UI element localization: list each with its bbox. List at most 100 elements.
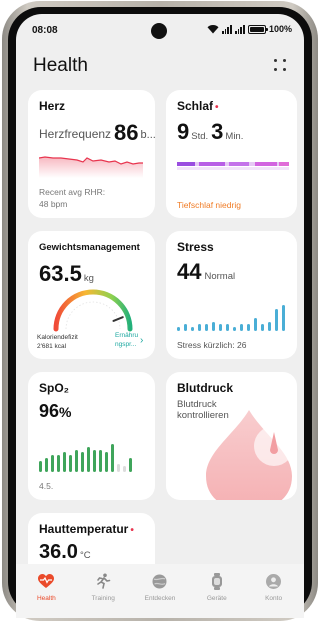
weight-unit: kg [83,273,94,284]
nav-item-health[interactable]: Health [19,564,73,618]
heart-rate-label: Herzfrequenz [39,127,112,141]
bar [261,324,264,331]
planet-icon [152,573,168,589]
heart-rate-line: Herzfrequenz 86 b... [39,120,155,146]
bar [219,324,222,331]
bar [198,324,201,331]
calorie-deficit: Kaloriendefizit 2'681 kcal [37,333,78,351]
heart-rhr-label: Recent avg RHR: [39,187,106,197]
blood-pressure-cta-line1: Blutdruck [177,399,217,410]
bar [129,458,132,472]
heart-rate-chart [39,156,143,178]
signal-icon [221,24,232,34]
bar [233,327,236,331]
nav-item-konto[interactable]: Konto [247,564,301,618]
heart-card[interactable]: Herz Herzfrequenz 86 b... Recent avg RHR: … [28,90,155,218]
person-icon [266,573,282,589]
weight-value: 63.5 kg [39,261,97,287]
battery-percent: 100% [268,24,292,34]
nutrition-link[interactable]: Ernähru ngspr... [115,331,138,349]
bar [275,309,278,331]
bar [205,324,208,331]
stress-level-label: Normal [204,271,236,282]
calorie-deficit-value: 2'681 kcal [37,343,67,350]
bar [254,318,257,331]
stress-recent: Stress kürzlich: 26 [177,340,247,350]
bar [123,466,126,472]
screen: 08:08 100% Health Herz Herzfrequenz 86 b..… [16,14,304,618]
spo2-bar-chart [39,440,147,472]
more-grid-icon[interactable] [274,59,288,73]
spo2-card-title: SpO₂ [39,381,69,395]
heart-rhr-value: 48 bpm [39,199,68,209]
status-time: 08:08 [32,25,58,36]
weight-number: 63.5 [39,261,82,286]
bar [177,327,180,331]
skin-temperature-title-text: Hauttemperatur [39,522,129,536]
running-icon [95,573,111,589]
bar [63,452,66,472]
bar [81,452,84,472]
nav-item-training[interactable]: Training [76,564,130,618]
bar [212,322,215,331]
blood-pressure-card[interactable]: Blutdruck Blutdruck kontrollieren [166,372,297,500]
bar [282,305,285,331]
bar [57,455,60,472]
heart-card-title: Herz [39,99,66,113]
bar [111,444,114,472]
chevron-right-icon[interactable]: › [140,335,143,346]
blood-drop-gauge-icon [206,410,294,500]
bar [99,450,102,472]
nav-label-konto: Konto [265,595,283,602]
sleep-duration: 9 Std. 3 Min. [177,119,246,145]
sleep-minutes-unit: Min. [225,131,244,142]
signal-icon-2 [234,24,245,34]
bar [39,461,42,472]
skin-temperature-unit: °C [79,550,91,561]
nutrition-link-line1: Ernähru [115,332,139,339]
nav-label-training: Training [91,595,115,602]
skin-temperature-value-line: 36.0 °C [39,541,94,564]
app-header: Health [16,50,304,90]
spo2-value-line: 96% [39,401,71,422]
heart-pulse-icon [38,573,55,589]
camera-cutout [151,23,167,39]
weight-gauge [53,289,133,332]
spo2-value: 96 [39,401,60,421]
calorie-deficit-label: Kaloriendefizit [37,334,78,341]
bar [87,447,90,472]
bar [226,324,229,331]
stress-value-line: 44 Normal [177,259,235,285]
heart-rate-value: 86 [114,120,139,145]
nav-item-geraete[interactable]: Geräte [190,564,244,618]
nav-label-entdecken: Entdecken [144,595,176,602]
sleep-note: Tiefschlaf niedrig [177,200,241,210]
bar [105,452,108,472]
heart-rhr: Recent avg RHR: 48 bpm [39,186,149,210]
stress-value: 44 [177,259,202,284]
status-icons: 100% [207,24,292,34]
nav-item-entdecken[interactable]: Entdecken [133,564,187,618]
nav-label-geraete: Geräte [206,595,227,602]
weight-card[interactable]: Gewichtsmanagement 63.5 kg Kaloriendefizi… [28,231,155,359]
sleep-hours-unit: Std. [191,131,209,142]
bar [117,464,120,472]
sleep-stage-bar [177,162,289,170]
page-title: Health [33,55,88,76]
blood-pressure-title: Blutdruck [177,381,234,395]
sleep-card[interactable]: Schlaf • 9 Std. 3 Min. Tiefschlaf niedrig [166,90,297,218]
bar [93,450,96,472]
sleep-minutes: 3 [211,119,224,144]
spo2-card[interactable]: SpO₂ 96% 4.5. [28,372,155,500]
nutrition-link-line2: ngspr... [115,341,137,348]
heart-rate-unit: b... [140,129,155,141]
bar [240,324,243,331]
spo2-date: 4.5. [39,481,54,491]
sleep-hours: 9 [177,119,190,144]
sleep-title-text: Schlaf [177,99,214,113]
skin-temperature-title: Hauttemperatur • [39,522,134,536]
gauge-needle [112,316,124,322]
stress-card[interactable]: Stress 44 Normal Stress kürzlich: 26 [166,231,297,359]
sleep-alert-dot: • [215,102,219,113]
bottom-nav: Health Training Entdecken Geräte Konto [16,564,304,618]
